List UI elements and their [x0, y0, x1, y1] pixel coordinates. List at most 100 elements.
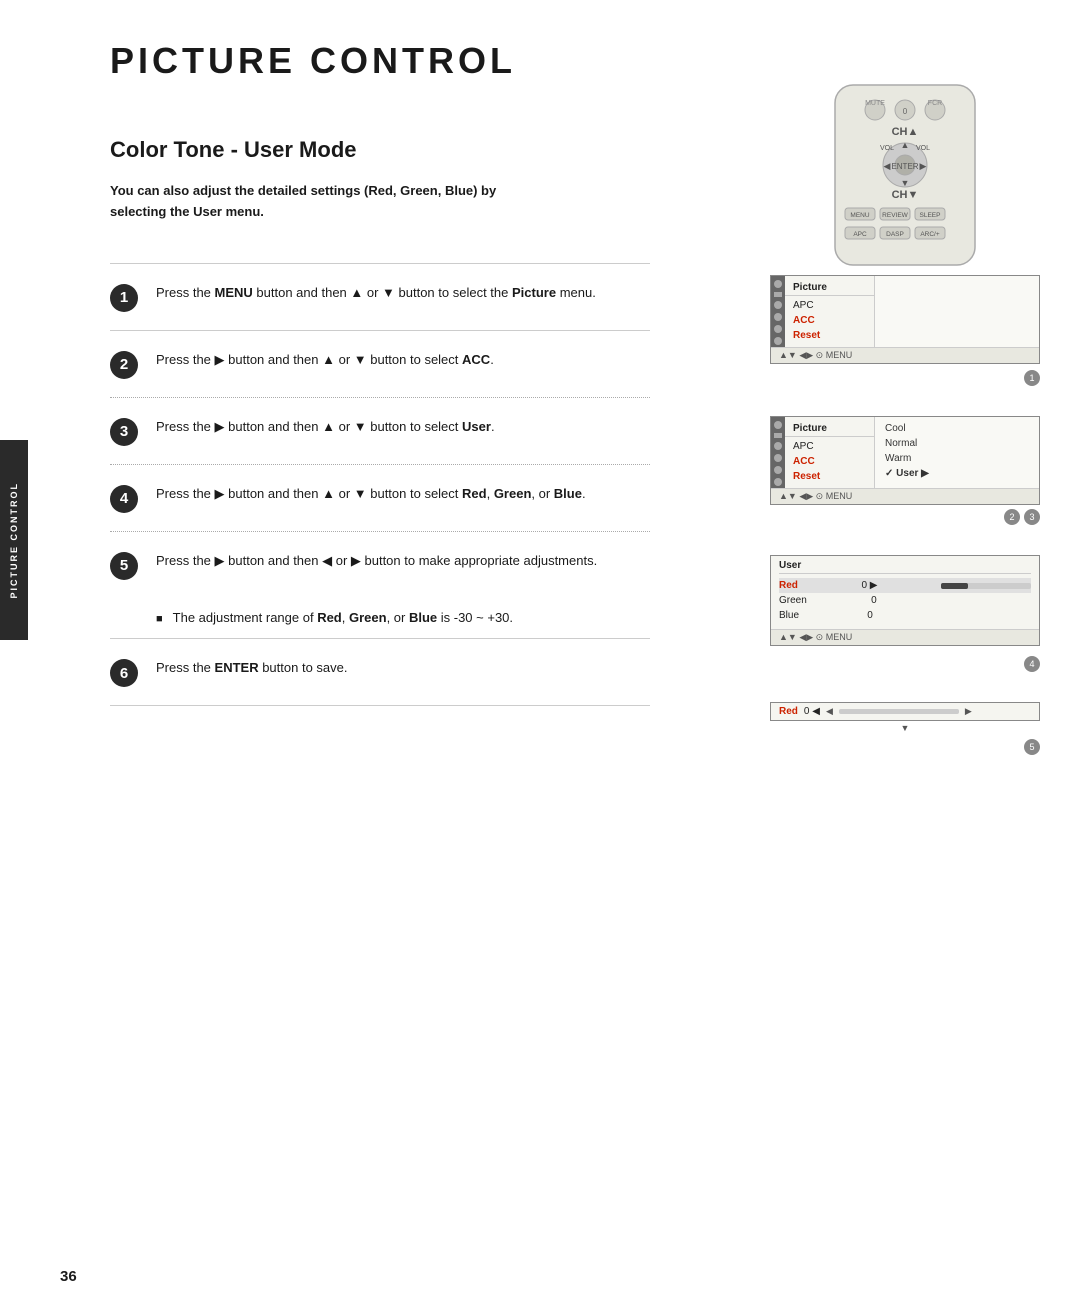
- svg-text:◀: ◀: [884, 161, 891, 171]
- screen-3-row-blue: Blue 0: [779, 608, 1031, 623]
- screen-1-item-reset: Reset: [785, 328, 874, 343]
- screen-1-footer: ▲▼ ◀▶ ⊙ MENU: [771, 347, 1039, 363]
- screen-3-red-value: 0 ▶: [861, 580, 877, 591]
- sidebar-icon-6: [774, 337, 782, 345]
- screen-2: Picture APC ACC Reset Cool Normal Warm ✓…: [770, 416, 1040, 505]
- screen-1-menu: Picture APC ACC Reset: [785, 276, 875, 347]
- screen-2-right-warm: Warm: [881, 451, 1033, 466]
- screen-group-1: Picture APC ACC Reset ▲▼ ◀▶ ⊙ MENU 1: [770, 275, 1040, 386]
- step-badge-2: 2: [1004, 509, 1020, 525]
- step-badge-1: 1: [1024, 370, 1040, 386]
- screen-1-sidebar: [771, 276, 785, 347]
- sidebar-icon-5: [774, 325, 782, 333]
- step-6-text: Press the ENTER button to save.: [156, 657, 650, 678]
- svg-text:VOL: VOL: [916, 145, 930, 152]
- screen-3-green-value: 0: [871, 595, 877, 606]
- screen-4-down-arrow: ▼: [770, 723, 1040, 733]
- screen-3-blue-label: Blue: [779, 610, 799, 621]
- screen-2-item-reset: Reset: [785, 469, 874, 484]
- right-panel: 0 MUTE FCR CH▲ ENTER ▲ ▼ ◀ ▶ VOL VOL CH▼…: [770, 80, 1040, 765]
- step-5-number: 5: [110, 552, 138, 580]
- screen-2-title: Picture: [785, 421, 874, 437]
- svg-text:0: 0: [903, 107, 908, 116]
- svg-text:REVIEW: REVIEW: [882, 212, 909, 219]
- screen-2-sidebar: [771, 417, 785, 488]
- svg-text:▼: ▼: [901, 178, 910, 188]
- screen-1-title: Picture: [785, 280, 874, 296]
- sidebar-label: PICTURE CONTROL: [0, 440, 28, 640]
- screen-1-item-acc: ACC: [785, 313, 874, 328]
- svg-text:DASP: DASP: [886, 231, 904, 238]
- screen-3-row-green: Green 0: [779, 593, 1031, 608]
- step-3-number: 3: [110, 418, 138, 446]
- step-4-text: Press the ▶ button and then ▲ or ▼ butto…: [156, 483, 650, 504]
- step-2: 2 Press the ▶ button and then ▲ or ▼ but…: [110, 331, 650, 397]
- screen-2-right-user: ✓ User ▶: [881, 466, 1033, 481]
- screen-2-item-acc: ACC: [785, 454, 874, 469]
- svg-text:CH▼: CH▼: [892, 189, 919, 201]
- svg-text:MENU: MENU: [850, 212, 869, 219]
- screen-2-menu: Picture APC ACC Reset: [785, 417, 875, 488]
- screen-3-title: User: [779, 560, 1031, 574]
- sidebar-icon-4: [774, 313, 782, 321]
- svg-text:FCR: FCR: [928, 100, 942, 107]
- remote-illustration: 0 MUTE FCR CH▲ ENTER ▲ ▼ ◀ ▶ VOL VOL CH▼…: [815, 80, 995, 275]
- bullet-icon: ■: [156, 611, 163, 629]
- step-5: 5 Press the ▶ button and then ◀ or ▶ but…: [110, 532, 650, 598]
- screen-3-red-label: Red: [779, 580, 798, 591]
- screen-group-2: Picture APC ACC Reset Cool Normal Warm ✓…: [770, 416, 1040, 525]
- svg-text:▲: ▲: [901, 140, 910, 150]
- step-3-text: Press the ▶ button and then ▲ or ▼ butto…: [156, 416, 650, 437]
- step-1-number: 1: [110, 284, 138, 312]
- sub-note-text: The adjustment range of Red, Green, or B…: [173, 608, 513, 629]
- sidebar-icon-f: [774, 478, 782, 486]
- sidebar-icon-b: [774, 433, 782, 438]
- screen-3-row-red: Red 0 ▶: [779, 578, 1031, 593]
- step-4-number: 4: [110, 485, 138, 513]
- svg-text:VOL: VOL: [880, 145, 894, 152]
- screen-2-item-apc: APC: [785, 439, 874, 454]
- sidebar-icon-e: [774, 466, 782, 474]
- screen-2-right-cool: Cool: [881, 421, 1033, 436]
- step-6: 6 Press the ENTER button to save.: [110, 639, 650, 705]
- step-1: 1 Press the MENU button and then ▲ or ▼ …: [110, 264, 650, 330]
- step-2-text: Press the ▶ button and then ▲ or ▼ butto…: [156, 349, 650, 370]
- step-5-text: Press the ▶ button and then ◀ or ▶ butto…: [156, 550, 650, 571]
- steps-area: 1 Press the MENU button and then ▲ or ▼ …: [110, 263, 650, 707]
- screen-2-right: Cool Normal Warm ✓ User ▶: [875, 417, 1039, 488]
- screen-group-3: User Red 0 ▶ Green 0 Blue 0 ▲▼ ◀▶ ⊙ MENU…: [770, 555, 1040, 672]
- screen-4: Red 0 ◀ ◀ ▶: [770, 702, 1040, 721]
- screen-2-right-normal: Normal: [881, 436, 1033, 451]
- step-badge-5: 5: [1024, 739, 1040, 755]
- sidebar-icon-a: [774, 421, 782, 429]
- svg-text:CH▲: CH▲: [892, 126, 919, 138]
- sidebar-icon-c: [774, 442, 782, 450]
- screen-3-green-label: Green: [779, 595, 807, 606]
- step-1-text: Press the MENU button and then ▲ or ▼ bu…: [156, 282, 650, 303]
- intro-text: You can also adjust the detailed setting…: [110, 181, 510, 223]
- svg-text:ARC/+: ARC/+: [920, 231, 940, 238]
- svg-text:MUTE: MUTE: [865, 100, 885, 107]
- svg-text:SLEEP: SLEEP: [920, 212, 941, 219]
- screen-1-right: [875, 276, 1039, 347]
- page-number: 36: [60, 1268, 77, 1285]
- screen-3: User Red 0 ▶ Green 0 Blue 0 ▲▼ ◀▶ ⊙ MENU: [770, 555, 1040, 646]
- sub-note: ■ The adjustment range of Red, Green, or…: [156, 608, 650, 629]
- screen-group-4: Red 0 ◀ ◀ ▶ ▼ 5: [770, 702, 1040, 755]
- screen-3-red-slider: [941, 583, 1031, 589]
- screen-4-arrow-right: ▶: [965, 706, 972, 717]
- screen-3-footer: ▲▼ ◀▶ ⊙ MENU: [771, 629, 1039, 645]
- sidebar-icon-2: [774, 292, 782, 297]
- step-4: 4 Press the ▶ button and then ▲ or ▼ but…: [110, 465, 650, 531]
- screen-2-footer: ▲▼ ◀▶ ⊙ MENU: [771, 488, 1039, 504]
- step-badge-4: 4: [1024, 656, 1040, 672]
- svg-text:▶: ▶: [920, 161, 927, 171]
- step-2-number: 2: [110, 351, 138, 379]
- sidebar-icon-1: [774, 280, 782, 288]
- screen-4-red-label: Red: [779, 706, 798, 717]
- step-badge-3: 3: [1024, 509, 1040, 525]
- screen-3-blue-value: 0: [867, 610, 873, 621]
- sidebar-icon-3: [774, 301, 782, 309]
- screen-1: Picture APC ACC Reset ▲▼ ◀▶ ⊙ MENU: [770, 275, 1040, 364]
- svg-text:ENTER: ENTER: [891, 162, 918, 171]
